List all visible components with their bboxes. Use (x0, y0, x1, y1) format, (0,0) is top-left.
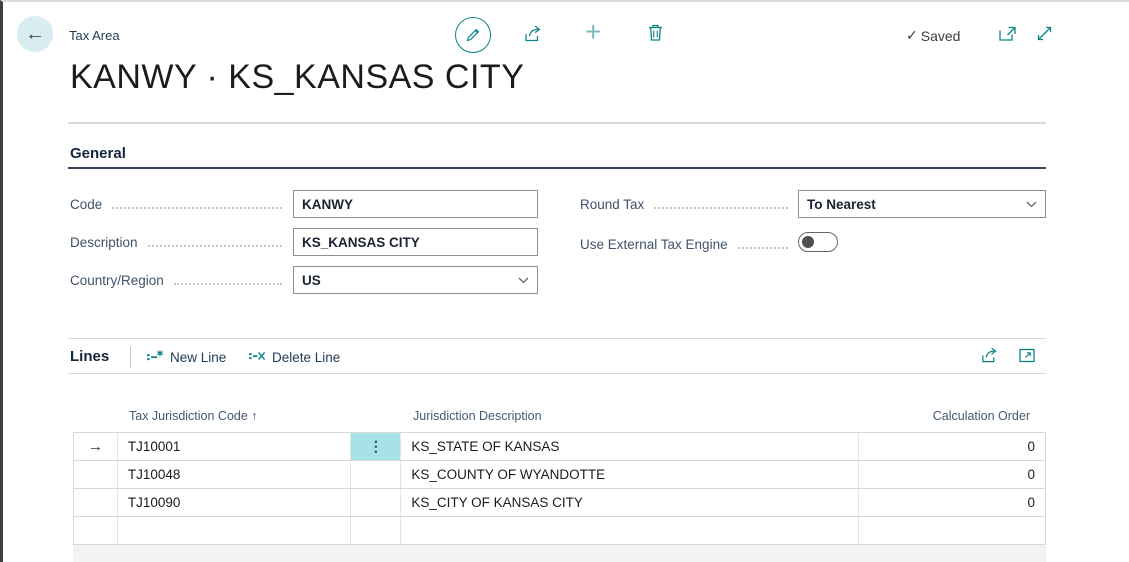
saved-indicator: ✓ Saved (906, 27, 960, 44)
ellipsis-icon: ⋮ (368, 438, 383, 454)
table-row[interactable]: TJ10090 KS_CITY OF KANSAS CITY 0 (74, 489, 1045, 517)
cell-calculation-order[interactable]: 0 (859, 489, 1045, 516)
description-label: Description (70, 234, 138, 250)
edit-button[interactable] (455, 17, 491, 53)
column-header-calculation-order[interactable]: Calculation Order (860, 409, 1030, 423)
general-section-heading[interactable]: General (70, 145, 126, 162)
trash-icon (648, 24, 663, 41)
dotted-leader (654, 207, 788, 209)
table-row[interactable]: → TJ10001 ⋮ KS_STATE OF KANSAS 0 (74, 433, 1045, 461)
dotted-leader (737, 247, 788, 249)
code-input[interactable]: KANWY (293, 190, 538, 218)
share-icon (980, 347, 999, 364)
delete-button[interactable] (648, 24, 663, 41)
active-row-indicator: → (74, 433, 118, 460)
cell-tax-jurisdiction-code[interactable]: TJ10001 (118, 433, 352, 460)
description-field-label-row: Description (70, 228, 286, 256)
chevron-down-icon (518, 277, 529, 284)
cell-calculation-order[interactable]: 0 (859, 433, 1045, 460)
country-field-label-row: Country/Region (70, 266, 286, 294)
cell-tax-jurisdiction-code[interactable]: TJ10090 (118, 489, 352, 516)
delete-line-icon (248, 349, 266, 365)
lines-table: → TJ10001 ⋮ KS_STATE OF KANSAS 0 TJ10048… (73, 432, 1046, 545)
lines-top-divider (68, 338, 1046, 339)
country-region-select[interactable]: US (293, 266, 538, 294)
row-options-button[interactable]: ⋮ (351, 433, 402, 460)
new-line-icon (146, 349, 164, 365)
cell-jurisdiction-description[interactable]: KS_STATE OF KANSAS (401, 433, 860, 460)
dotted-leader (147, 245, 282, 247)
row-options-cell[interactable] (351, 489, 402, 516)
use-external-tax-engine-toggle[interactable] (798, 232, 838, 252)
cell-tax-jurisdiction-code[interactable] (118, 517, 352, 544)
lines-bottom-divider (68, 373, 1046, 374)
page-caption: Tax Area (69, 28, 120, 43)
table-footer-area (73, 545, 1046, 562)
cell-jurisdiction-description[interactable] (401, 517, 860, 544)
round-tax-value: To Nearest (807, 196, 876, 212)
table-row[interactable]: TJ10048 KS_COUNTY OF WYANDOTTE 0 (74, 461, 1045, 489)
cell-calculation-order[interactable]: 0 (859, 461, 1045, 488)
focus-mode-button[interactable] (1019, 348, 1035, 363)
general-section-underline (68, 167, 1046, 169)
share-lines-button[interactable] (980, 347, 999, 364)
arrow-right-icon: → (87, 438, 103, 455)
description-value: KS_KANSAS CITY (302, 234, 420, 250)
resize-diagonal-icon (1037, 26, 1052, 41)
round-tax-label: Round Tax (580, 196, 645, 212)
country-region-value: US (302, 272, 321, 288)
open-in-window-icon (999, 26, 1016, 41)
chevron-down-icon (1026, 201, 1037, 208)
external-engine-field-label-row: Use External Tax Engine (580, 230, 792, 258)
table-row-empty[interactable] (74, 517, 1045, 545)
plus-icon: + (585, 16, 602, 47)
share-button[interactable] (523, 25, 543, 43)
pencil-icon (465, 27, 481, 43)
page-title: KANWY · KS_KANSAS CITY (70, 58, 525, 96)
row-options-cell[interactable] (351, 461, 402, 488)
cell-jurisdiction-description[interactable]: KS_CITY OF KANSAS CITY (401, 489, 860, 516)
lines-toolbar-divider (130, 346, 131, 368)
new-line-button[interactable]: New Line (146, 346, 226, 368)
back-button[interactable]: ← (17, 16, 53, 52)
row-options-cell[interactable] (351, 517, 402, 544)
code-label: Code (70, 196, 103, 212)
country-region-label: Country/Region (70, 272, 164, 288)
delete-line-button[interactable]: Delete Line (248, 346, 340, 368)
focus-mode-icon (1019, 348, 1035, 363)
cell-tax-jurisdiction-code[interactable]: TJ10048 (118, 461, 352, 488)
code-field-label-row: Code (70, 190, 286, 218)
code-value: KANWY (302, 196, 353, 212)
row-indicator-cell (74, 517, 118, 544)
new-line-label: New Line (170, 349, 227, 365)
lines-section-heading[interactable]: Lines (70, 348, 109, 365)
round-tax-field-label-row: Round Tax (580, 190, 792, 218)
description-input[interactable]: KS_KANSAS CITY (293, 228, 538, 256)
share-icon (523, 25, 543, 43)
column-header-tax-jurisdiction-code[interactable]: Tax Jurisdiction Code ↑ (129, 409, 258, 423)
add-button[interactable]: + (585, 18, 601, 46)
row-indicator-cell (74, 461, 118, 488)
back-arrow-icon: ← (25, 22, 45, 45)
use-external-tax-engine-label: Use External Tax Engine (580, 236, 728, 252)
delete-line-label: Delete Line (272, 349, 341, 365)
round-tax-select[interactable]: To Nearest (798, 190, 1046, 218)
toggle-knob (802, 236, 814, 248)
cell-calculation-order[interactable] (859, 517, 1045, 544)
dotted-leader (173, 283, 282, 285)
tax-area-page: ← Tax Area + ✓ Saved KANWY · KS_KANSAS C… (0, 0, 1129, 562)
column-header-jurisdiction-description[interactable]: Jurisdiction Description (413, 409, 542, 423)
saved-label: Saved (920, 27, 961, 44)
sort-ascending-icon: ↑ (251, 409, 258, 423)
title-divider (68, 122, 1046, 124)
expand-page-button[interactable] (1037, 26, 1052, 41)
open-in-window-button[interactable] (999, 26, 1016, 41)
row-indicator-cell (74, 489, 118, 516)
dotted-leader (112, 207, 282, 209)
cell-jurisdiction-description[interactable]: KS_COUNTY OF WYANDOTTE (401, 461, 860, 488)
check-icon: ✓ (906, 27, 918, 43)
